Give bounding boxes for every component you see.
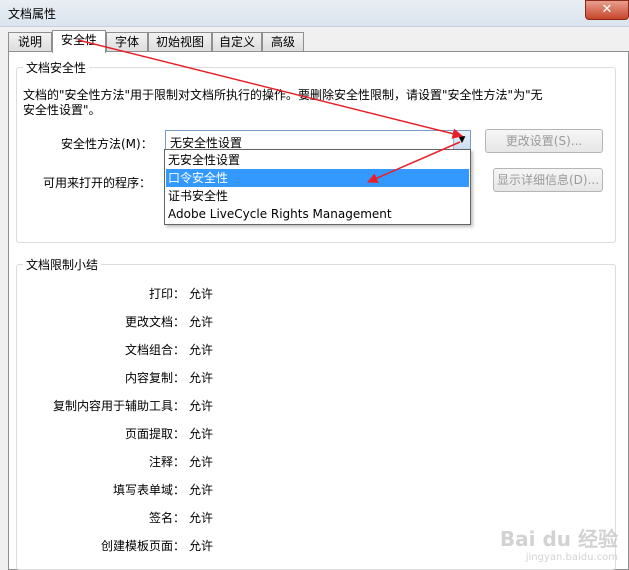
summary-value-assembly: 允许: [189, 343, 214, 357]
summary-value-template-pages: 允许: [189, 539, 214, 553]
summary-value-page-extraction: 允许: [189, 427, 214, 441]
summary-value-accessibility-copy: 允许: [189, 399, 214, 413]
change-settings-button[interactable]: 更改设置(S)...: [485, 129, 603, 153]
tab-advanced[interactable]: 高级: [262, 32, 304, 52]
security-description-line2: 安全性设置"。: [23, 103, 101, 117]
tab-fonts[interactable]: 字体: [106, 32, 148, 52]
summary-label-print: 打印：: [148, 287, 185, 301]
summary-label-change-document: 更改文档：: [124, 315, 185, 329]
option-no-security[interactable]: 无安全性设置: [166, 151, 469, 169]
summary-label-content-copy: 内容复制：: [124, 371, 185, 385]
summary-value-content-copy: 允许: [189, 371, 214, 385]
close-button[interactable]: ✕: [585, 0, 629, 20]
summary-label-comments: 注释：: [148, 455, 185, 469]
summary-label-signing: 签名：: [148, 511, 185, 525]
summary-label-template-pages: 创建模板页面：: [100, 539, 185, 553]
title-bar: 文档属性 ✕: [0, 0, 629, 27]
tab-security[interactable]: 安全性: [52, 30, 106, 53]
watermark-text: Bai du 经验: [499, 527, 618, 551]
security-method-label: 安全性方法(M)：: [61, 137, 153, 151]
summary-value-signing: 允许: [189, 511, 214, 525]
security-group-title: 文档安全性: [23, 59, 90, 76]
watermark-url: jingyan.baidu.com: [525, 552, 618, 563]
summary-value-comments: 允许: [189, 455, 214, 469]
security-method-dropdown: 无安全性设置 口令安全性 证书安全性 Adobe LiveCycle Right…: [164, 149, 471, 225]
chevron-down-icon[interactable]: ▼: [453, 131, 470, 151]
open-with-label: 可用来打开的程序：: [43, 176, 152, 190]
tab-custom[interactable]: 自定义: [212, 32, 262, 52]
show-details-button[interactable]: 显示详细信息(D)...: [493, 168, 603, 192]
summary-value-form-fill: 允许: [189, 483, 214, 497]
security-panel: 文档安全性 文档的"安全性方法"用于限制对文档所执行的操作。要删除安全性限制，请…: [8, 51, 629, 570]
summary-label-form-fill: 填写表单域：: [112, 483, 185, 497]
option-password-security[interactable]: 口令安全性: [166, 169, 469, 187]
watermark-logo: Bai du 经验 jingyan.baidu.com: [500, 523, 618, 563]
summary-group-title: 文档限制小结: [23, 256, 102, 273]
summary-label-page-extraction: 页面提取：: [124, 427, 185, 441]
summary-label-assembly: 文档组合：: [124, 343, 185, 357]
option-certificate-security[interactable]: 证书安全性: [166, 187, 469, 205]
summary-value-change-document: 允许: [189, 315, 214, 329]
option-livecycle-rights[interactable]: Adobe LiveCycle Rights Management: [166, 205, 469, 223]
security-description-line1: 文档的"安全性方法"用于限制对文档所执行的操作。要删除安全性限制，请设置"安全性…: [23, 88, 543, 102]
tab-initial-view[interactable]: 初始视图: [148, 32, 212, 52]
summary-value-print: 允许: [189, 287, 214, 301]
summary-label-accessibility-copy: 复制内容用于辅助工具：: [52, 399, 185, 413]
window-title: 文档属性: [8, 7, 57, 21]
tab-description[interactable]: 说明: [8, 32, 52, 52]
